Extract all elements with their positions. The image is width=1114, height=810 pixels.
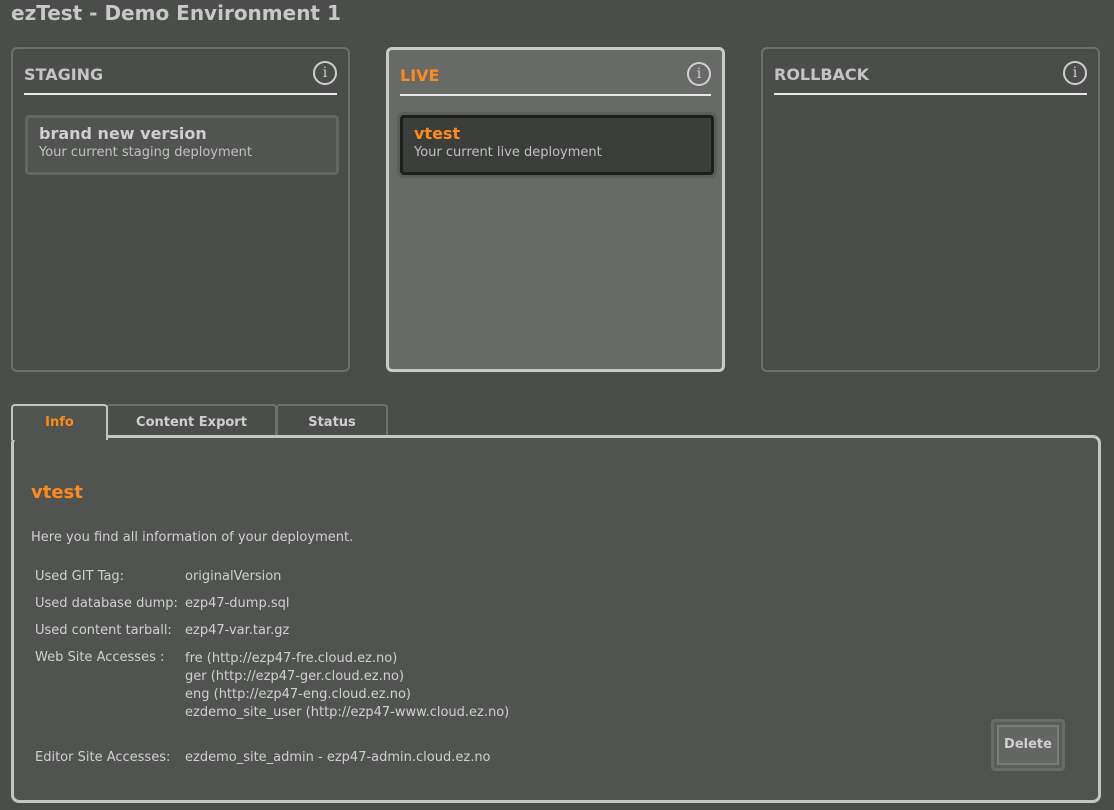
- staging-title: STAGING: [24, 65, 104, 84]
- deployment-description: Your current staging deployment: [39, 145, 252, 160]
- live-title: LIVE: [400, 66, 440, 85]
- editor-site-accesses-label: Editor Site Accesses:: [35, 750, 171, 765]
- site-access-item: ezdemo_site_user (http://ezp47-www.cloud…: [185, 705, 510, 720]
- tab-info[interactable]: Info: [11, 404, 108, 440]
- site-access-item: eng (http://ezp47-eng.cloud.ez.no): [185, 687, 412, 702]
- content-tarball-value: ezp47-var.tar.gz: [185, 623, 290, 638]
- info-panel: vtest Here you find all information of y…: [11, 435, 1101, 803]
- deployment-name: vtest: [414, 124, 461, 143]
- info-icon[interactable]: i: [313, 61, 337, 85]
- live-column: LIVE i vtest Your current live deploymen…: [386, 47, 725, 372]
- tab-content-export[interactable]: Content Export: [106, 404, 277, 437]
- panel-intro: Here you find all information of your de…: [31, 530, 354, 545]
- editor-site-accesses-value: ezdemo_site_admin - ezp47-admin.cloud.ez…: [185, 750, 491, 765]
- database-dump-label: Used database dump:: [35, 596, 178, 611]
- content-tarball-label: Used content tarball:: [35, 623, 172, 638]
- info-icon[interactable]: i: [687, 62, 711, 86]
- live-deployment-card[interactable]: vtest Your current live deployment: [400, 115, 714, 175]
- delete-button[interactable]: Delete: [991, 719, 1065, 771]
- site-access-item: fre (http://ezp47-fre.cloud.ez.no): [185, 651, 398, 666]
- deployment-description: Your current live deployment: [414, 145, 602, 160]
- staging-column: STAGING i brand new version Your current…: [11, 47, 350, 372]
- info-icon[interactable]: i: [1063, 61, 1087, 85]
- rollback-header: ROLLBACK i: [774, 61, 1087, 95]
- tab-status[interactable]: Status: [276, 404, 388, 437]
- web-site-accesses-label: Web Site Accesses :: [35, 650, 165, 665]
- git-tag-label: Used GIT Tag:: [35, 569, 125, 584]
- deployment-name: brand new version: [39, 124, 207, 143]
- deployment-title: vtest: [31, 482, 83, 503]
- delete-button-label: Delete: [997, 725, 1059, 765]
- database-dump-value: ezp47-dump.sql: [185, 596, 290, 611]
- live-header: LIVE i: [400, 62, 711, 96]
- site-access-item: ger (http://ezp47-ger.cloud.ez.no): [185, 669, 405, 684]
- rollback-title: ROLLBACK: [774, 65, 870, 84]
- git-tag-value: originalVersion: [185, 569, 282, 584]
- page-title: ezTest - Demo Environment 1: [11, 1, 341, 25]
- rollback-column: ROLLBACK i: [761, 47, 1100, 372]
- staging-header: STAGING i: [24, 61, 337, 95]
- staging-deployment-card[interactable]: brand new version Your current staging d…: [25, 115, 339, 175]
- web-site-accesses-list: fre (http://ezp47-fre.cloud.ez.no) ger (…: [185, 650, 509, 722]
